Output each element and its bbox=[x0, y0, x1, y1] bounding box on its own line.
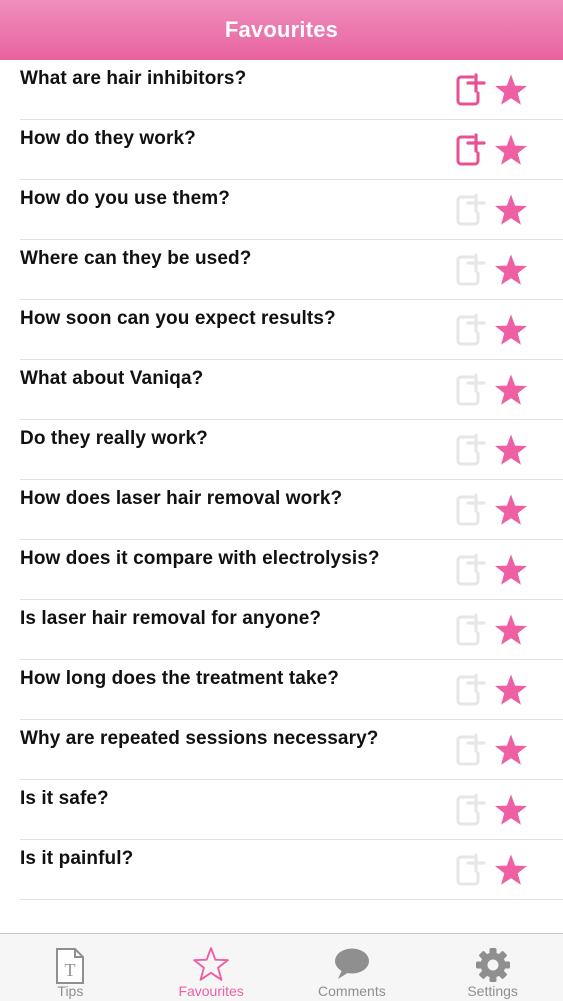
star-icon[interactable] bbox=[493, 733, 529, 769]
svg-text:T: T bbox=[65, 960, 76, 980]
tab-settings[interactable]: Settings bbox=[422, 934, 563, 1001]
add-note-icon[interactable] bbox=[453, 312, 487, 348]
add-note-icon[interactable] bbox=[453, 432, 487, 468]
list-item[interactable]: Do they really work? bbox=[20, 420, 563, 480]
list-item-label: Is it safe? bbox=[20, 788, 109, 809]
add-note-icon[interactable] bbox=[453, 492, 487, 528]
list-item[interactable]: How does it compare with electrolysis? bbox=[20, 540, 563, 600]
page-title: Favourites bbox=[224, 17, 339, 42]
list-item-label: How long does the treatment take? bbox=[20, 668, 339, 689]
star-icon[interactable] bbox=[493, 373, 529, 409]
tab-tips[interactable]: T Tips bbox=[0, 934, 141, 1001]
star-icon[interactable] bbox=[493, 253, 529, 289]
add-note-icon[interactable] bbox=[453, 252, 487, 288]
list-item[interactable]: Is it safe? bbox=[20, 780, 563, 840]
add-note-icon[interactable] bbox=[453, 132, 487, 168]
add-note-icon[interactable] bbox=[453, 672, 487, 708]
add-note-icon[interactable] bbox=[453, 372, 487, 408]
list-item-label: How does it compare with electrolysis? bbox=[20, 548, 380, 569]
star-icon[interactable] bbox=[493, 73, 529, 109]
list-item-label: How do they work? bbox=[20, 128, 196, 149]
tab-comments[interactable]: Comments bbox=[282, 934, 423, 1001]
list-item[interactable]: What are hair inhibitors? bbox=[20, 60, 563, 120]
star-icon[interactable] bbox=[493, 493, 529, 529]
list-item[interactable]: How does laser hair removal work? bbox=[20, 480, 563, 540]
star-icon[interactable] bbox=[493, 853, 529, 889]
list-item-label: How soon can you expect results? bbox=[20, 308, 336, 329]
tab-favourites[interactable]: Favourites bbox=[141, 934, 282, 1001]
list-item-label: Why are repeated sessions necessary? bbox=[20, 728, 379, 749]
tab-label: Comments bbox=[318, 983, 386, 999]
star-icon[interactable] bbox=[493, 613, 529, 649]
add-note-icon[interactable] bbox=[453, 852, 487, 888]
document-icon: T bbox=[56, 948, 85, 984]
navigation-bar: Favourites bbox=[0, 0, 563, 60]
add-note-icon[interactable] bbox=[453, 732, 487, 768]
list-item-label: Is it painful? bbox=[20, 848, 134, 869]
star-icon[interactable] bbox=[493, 133, 529, 169]
star-icon[interactable] bbox=[493, 553, 529, 589]
list-item-label: Where can they be used? bbox=[20, 248, 252, 269]
tab-label: Settings bbox=[467, 983, 518, 999]
list-item-label: Do they really work? bbox=[20, 428, 208, 449]
add-note-icon[interactable] bbox=[453, 192, 487, 228]
list-item[interactable]: How do they work? bbox=[20, 120, 563, 180]
list-item[interactable]: How do you use them? bbox=[20, 180, 563, 240]
add-note-icon[interactable] bbox=[453, 792, 487, 828]
tab-label: Favourites bbox=[178, 983, 244, 999]
list-item[interactable]: Why are repeated sessions necessary? bbox=[20, 720, 563, 780]
list-item[interactable]: Is it painful? bbox=[20, 840, 563, 900]
star-icon[interactable] bbox=[493, 793, 529, 829]
star-icon[interactable] bbox=[493, 313, 529, 349]
list-item-label: How do you use them? bbox=[20, 188, 230, 209]
star-icon[interactable] bbox=[493, 193, 529, 229]
add-note-icon[interactable] bbox=[453, 552, 487, 588]
tab-bar: T Tips Favourites Comments Settings bbox=[0, 933, 563, 1001]
list-item[interactable]: What about Vaniqa? bbox=[20, 360, 563, 420]
star-outline-icon bbox=[193, 947, 229, 981]
list-item[interactable]: How long does the treatment take? bbox=[20, 660, 563, 720]
list-item-label: Is laser hair removal for anyone? bbox=[20, 608, 322, 629]
list-item-label: What are hair inhibitors? bbox=[20, 68, 247, 89]
tab-label: Tips bbox=[57, 983, 84, 999]
add-note-icon[interactable] bbox=[453, 72, 487, 108]
speech-bubble-icon bbox=[334, 948, 369, 979]
star-icon[interactable] bbox=[493, 433, 529, 469]
list-item-label: What about Vaniqa? bbox=[20, 368, 204, 389]
list-item[interactable]: Where can they be used? bbox=[20, 240, 563, 300]
list-item[interactable]: Is laser hair removal for anyone? bbox=[20, 600, 563, 660]
gear-icon bbox=[475, 948, 510, 982]
star-icon[interactable] bbox=[493, 673, 529, 709]
list-item[interactable]: How soon can you expect results? bbox=[20, 300, 563, 360]
favourites-list: What are hair inhibitors? How do they wo… bbox=[0, 60, 563, 900]
add-note-icon[interactable] bbox=[453, 612, 487, 648]
list-item-label: How does laser hair removal work? bbox=[20, 488, 343, 509]
